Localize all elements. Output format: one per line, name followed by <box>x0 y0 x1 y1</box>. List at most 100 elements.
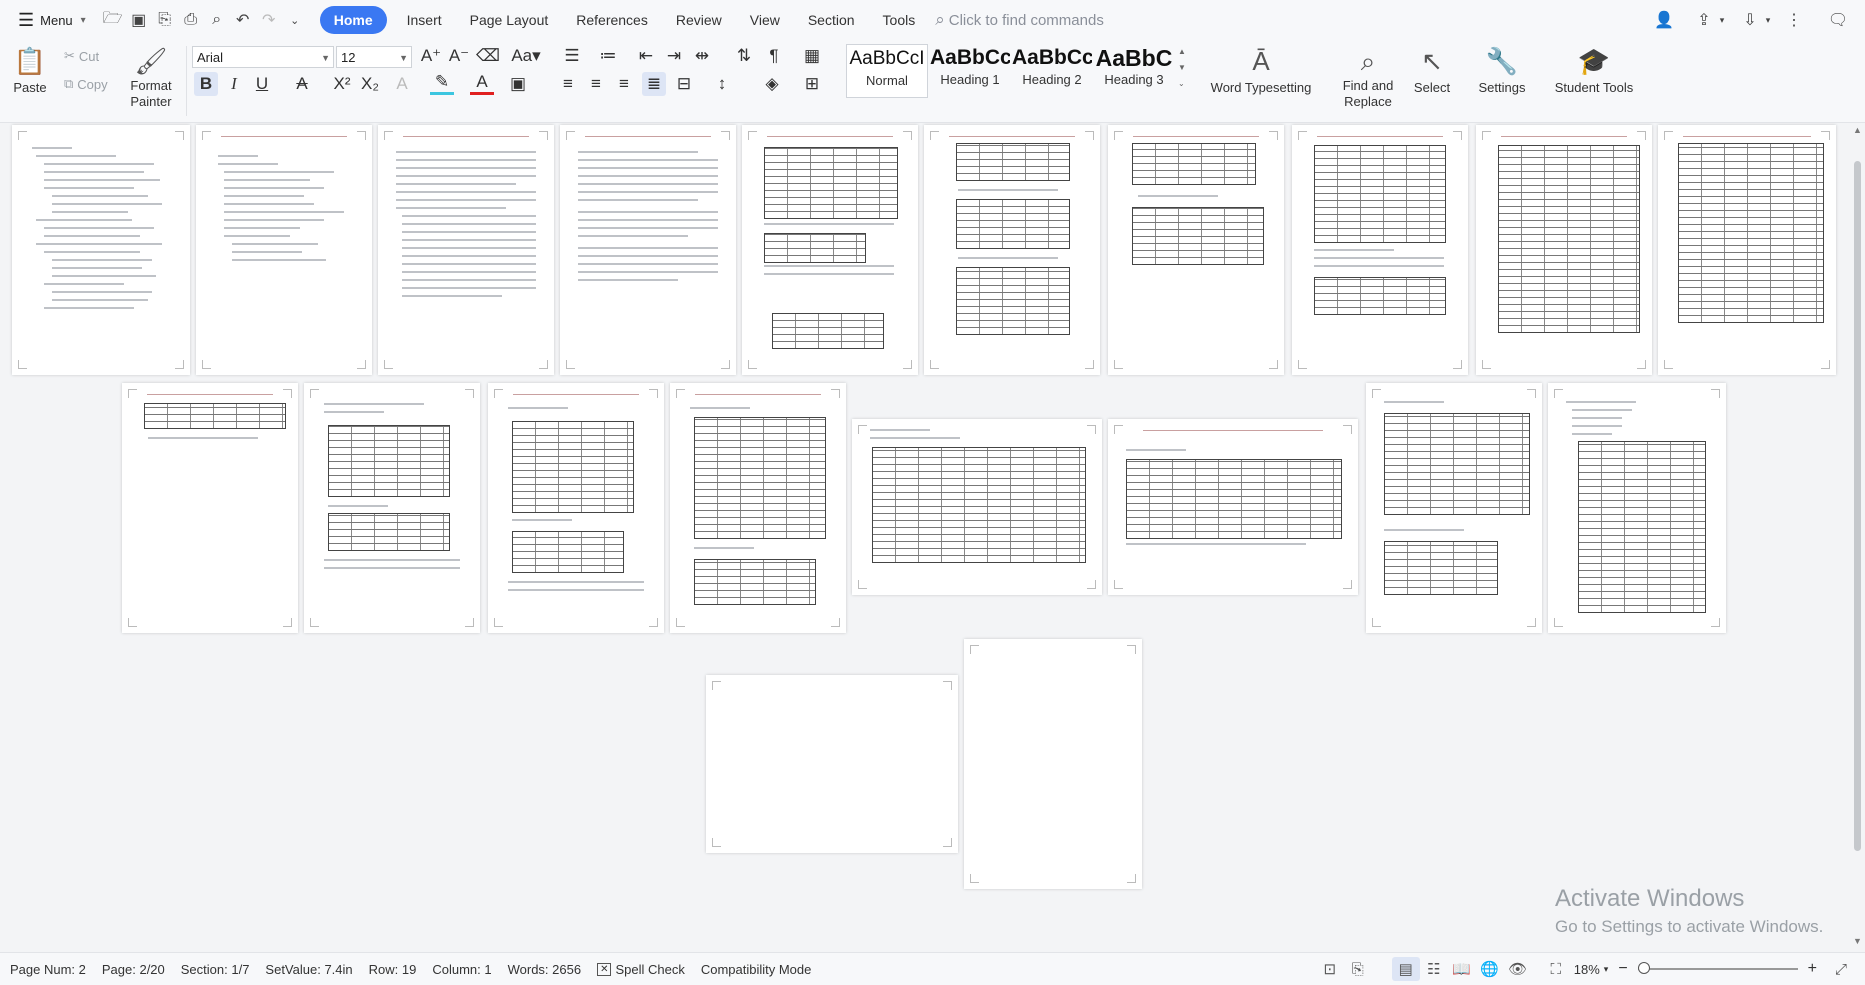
protect-icon[interactable]: ⎘ <box>1344 957 1372 981</box>
style-normal[interactable]: AaBbCcI Normal <box>846 44 928 98</box>
page-thumbnail[interactable] <box>742 125 918 375</box>
page-thumbnail[interactable] <box>852 419 1102 595</box>
settings-button[interactable]: 🔧 Settings <box>1472 44 1532 95</box>
shading-icon[interactable]: ◈ <box>760 72 784 96</box>
more-icon[interactable]: ⋮ <box>1781 6 1807 34</box>
tab-home[interactable]: Home <box>319 6 387 34</box>
page-thumbnail[interactable] <box>1108 419 1358 595</box>
command-search[interactable]: ⌕ Click to find commands <box>935 10 1104 30</box>
select-button[interactable]: ↖ Select <box>1404 44 1460 95</box>
eye-protection-icon[interactable]: 👁 <box>1504 957 1532 981</box>
chevron-down-icon[interactable]: ▾ <box>1763 6 1773 34</box>
print-preview-icon[interactable]: ⌕ <box>204 6 230 34</box>
tab-view[interactable]: View <box>736 6 794 34</box>
page-thumbnail[interactable] <box>560 125 736 375</box>
tab-tools[interactable]: Tools <box>869 6 930 34</box>
page-indicator[interactable]: Page: 2/20 <box>94 962 173 977</box>
row-indicator[interactable]: Row: 19 <box>361 962 425 977</box>
document-canvas[interactable] <box>0 123 1850 952</box>
zoom-level[interactable]: 18% <box>1574 962 1600 977</box>
char-border-icon[interactable]: ▣ <box>506 72 530 96</box>
clear-format-icon[interactable]: ⌫ <box>476 44 500 68</box>
save-icon[interactable]: ▣ <box>126 6 152 34</box>
page-num-indicator[interactable]: Page Num: 2 <box>2 962 94 977</box>
scroll-thumb[interactable] <box>1854 161 1861 851</box>
font-color-icon[interactable]: A <box>470 72 494 95</box>
paste-button[interactable]: 📋 Paste <box>10 44 50 95</box>
decrease-indent-icon[interactable]: ⇤ <box>634 44 658 68</box>
format-painter-button[interactable]: 🖌 Format Painter <box>124 44 178 110</box>
page-thumbnail[interactable] <box>964 639 1142 889</box>
add-user-icon[interactable]: 👤 <box>1651 6 1677 34</box>
italic-icon[interactable]: I <box>222 72 246 96</box>
page-thumbnail[interactable] <box>1658 125 1836 375</box>
style-heading-1[interactable]: AaBbCc Heading 1 <box>930 44 1010 96</box>
styles-scroll[interactable]: ▲ ▼ ⌄ <box>1178 44 1188 92</box>
redo-icon[interactable]: ↷ <box>256 6 282 34</box>
page-thumbnail[interactable] <box>1476 125 1652 375</box>
text-effect-icon[interactable]: A <box>390 72 414 96</box>
word-count[interactable]: Words: 2656 <box>500 962 589 977</box>
page-view-icon[interactable]: ▤ <box>1391 957 1420 981</box>
superscript-icon[interactable]: X² <box>330 72 354 96</box>
export-icon[interactable]: ⎘ <box>152 6 178 34</box>
zoom-in-icon[interactable]: + <box>1808 960 1817 978</box>
find-replace-button[interactable]: ⌕ Find and Replace <box>1336 44 1400 110</box>
font-name-select[interactable]: Arial ▼ <box>192 46 334 68</box>
align-left-icon[interactable]: ≡ <box>556 72 580 96</box>
distributed-icon[interactable]: ⊟ <box>672 72 696 96</box>
page-thumbnail[interactable] <box>1366 383 1542 633</box>
numbering-icon[interactable]: ≔ <box>596 44 620 68</box>
export-tray-icon[interactable]: ⇩ <box>1737 6 1763 34</box>
vertical-scrollbar[interactable]: ▲ ▼ <box>1850 123 1865 952</box>
change-case-icon[interactable]: Aa▾ <box>508 44 544 68</box>
page-thumbnail[interactable] <box>378 125 554 375</box>
tab-review[interactable]: Review <box>662 6 736 34</box>
setvalue-indicator[interactable]: SetValue: 7.4in <box>257 962 360 977</box>
section-indicator[interactable]: Section: 1/7 <box>173 962 258 977</box>
cut-button[interactable]: ✂ Cut <box>64 48 99 64</box>
align-right-icon[interactable]: ≡ <box>612 72 636 96</box>
table-tool-icon[interactable]: ▦ <box>800 44 824 68</box>
chevron-down-icon[interactable]: ▾ <box>1717 6 1727 34</box>
share-icon[interactable]: ⇪ <box>1691 6 1717 34</box>
page-thumbnail[interactable] <box>706 675 958 853</box>
font-size-select[interactable]: 12 ▼ <box>336 46 412 68</box>
bold-icon[interactable]: B <box>194 72 218 96</box>
align-center-icon[interactable]: ≡ <box>584 72 608 96</box>
outline-view-icon[interactable]: ☷ <box>1420 957 1448 981</box>
reading-view-icon[interactable]: 📖 <box>1448 957 1476 981</box>
style-heading-2[interactable]: AaBbCc Heading 2 <box>1012 44 1092 96</box>
zoom-out-icon[interactable]: − <box>1618 960 1627 978</box>
shrink-font-icon[interactable]: A⁻ <box>447 44 471 68</box>
fit-page-icon[interactable]: ⛶ <box>1542 957 1570 981</box>
page-thumbnail[interactable] <box>1292 125 1468 375</box>
highlight-icon[interactable]: ✎ <box>430 72 454 95</box>
comment-icon[interactable]: 🗨 <box>1825 6 1851 34</box>
grow-font-icon[interactable]: A⁺ <box>419 44 443 68</box>
copy-button[interactable]: ⧉ Copy <box>64 76 108 92</box>
customize-dropdown-icon[interactable]: ⌄ <box>282 6 308 34</box>
fullscreen-icon[interactable]: ⤢ <box>1827 957 1855 981</box>
subscript-icon[interactable]: X₂ <box>358 72 382 96</box>
web-view-icon[interactable]: 🌐 <box>1476 957 1504 981</box>
zoom-slider[interactable] <box>1637 962 1798 974</box>
tab-insert[interactable]: Insert <box>393 6 456 34</box>
tab-page-layout[interactable]: Page Layout <box>456 6 563 34</box>
borders-icon[interactable]: ⊞ <box>800 72 824 96</box>
justify-icon[interactable]: ≣ <box>642 72 666 96</box>
zoom-slider-handle[interactable] <box>1637 962 1650 974</box>
page-thumbnail[interactable] <box>196 125 372 375</box>
chevron-down-icon[interactable]: ▾ <box>1604 964 1609 975</box>
page-thumbnail[interactable] <box>1548 383 1726 633</box>
spell-check-button[interactable]: ✕ Spell Check <box>589 962 693 977</box>
focus-mode-icon[interactable]: ⊡ <box>1316 957 1344 981</box>
page-thumbnail[interactable] <box>304 383 480 633</box>
page-thumbnail[interactable] <box>924 125 1100 375</box>
tab-references[interactable]: References <box>562 6 662 34</box>
scroll-down-icon[interactable]: ▼ <box>1853 936 1862 946</box>
chinese-layout-icon[interactable]: ⇹ <box>690 44 714 68</box>
word-typesetting-button[interactable]: Ā Word Typesetting <box>1206 44 1316 95</box>
strikethrough-icon[interactable]: A <box>290 72 314 96</box>
show-marks-icon[interactable]: ¶ <box>762 44 786 68</box>
